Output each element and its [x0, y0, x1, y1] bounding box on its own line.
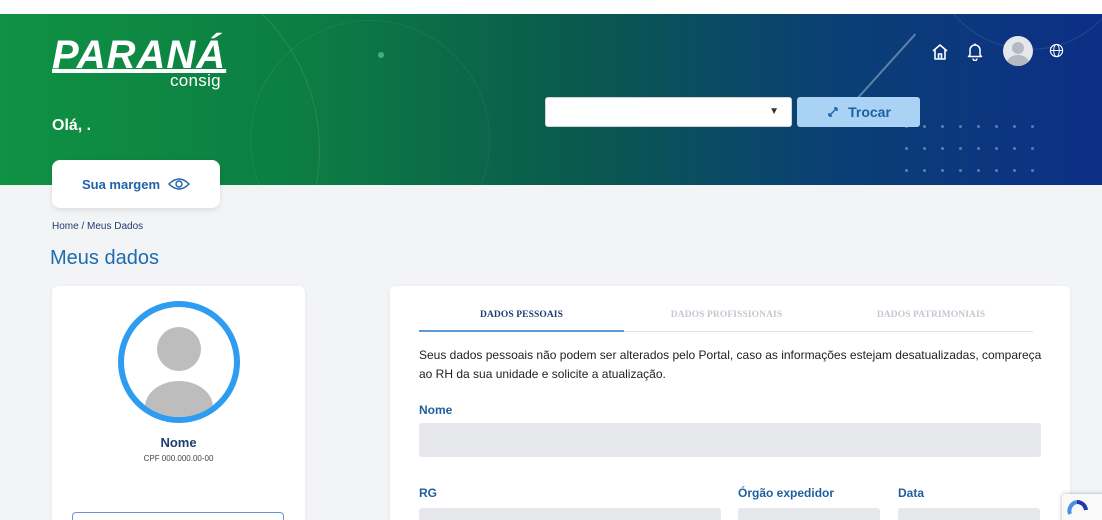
recaptcha-logo [1067, 499, 1088, 515]
sua-margem-button[interactable]: Sua margem [52, 160, 220, 208]
header-banner: PARANÁ consig Olá, . ▼ Trocar [0, 0, 1102, 185]
trocar-label: Trocar [848, 104, 891, 120]
decorative-dot [378, 52, 384, 58]
page-title: Meus dados [50, 247, 159, 269]
decorative-dot [923, 169, 926, 172]
profile-avatar [118, 301, 240, 423]
decorative-dot [905, 169, 908, 172]
swap-icon [828, 107, 838, 117]
globe-icon[interactable] [1049, 43, 1064, 58]
decorative-dot [959, 169, 962, 172]
decorative-dot [905, 147, 908, 150]
decorative-dot [995, 169, 998, 172]
decorative-dot [941, 147, 944, 150]
decorative-dot [977, 169, 980, 172]
orgao-expedidor-label: Órgão expedidor [738, 486, 835, 500]
decorative-dot [1031, 169, 1034, 172]
data-label: Data [898, 486, 925, 500]
data-field[interactable] [898, 508, 1040, 520]
decorative-dot [977, 147, 980, 150]
data-tabs: DADOS PESSOAIS DADOS PROFISSIONAIS DADOS… [419, 310, 1033, 332]
page: PARANÁ consig Olá, . ▼ Trocar Sua margem… [0, 0, 1102, 520]
trocar-button[interactable]: Trocar [797, 97, 920, 127]
decorative-dot [959, 147, 962, 150]
sua-margem-label: Sua margem [81, 176, 161, 192]
greeting: Olá, . [52, 117, 92, 134]
breadcrumb: Home / Meus Dados [52, 221, 143, 232]
rg-field[interactable] [419, 508, 721, 520]
decorative-dot [1031, 125, 1034, 128]
user-avatar[interactable] [1003, 36, 1033, 66]
decorative-dot [995, 147, 998, 150]
top-strip [0, 0, 1102, 14]
decorative-dot [977, 125, 980, 128]
home-icon[interactable] [930, 42, 950, 62]
breadcrumb-current: Meus Dados [87, 221, 144, 232]
decorative-line [854, 33, 916, 102]
profile-name: Nome [160, 435, 197, 450]
recaptcha-icon[interactable] [1062, 494, 1102, 520]
decorative-dot [1013, 169, 1016, 172]
logo-word: PARANÁ [52, 33, 227, 77]
parana-consig-logo[interactable]: PARANÁ consig [52, 33, 227, 90]
user-silhouette-icon [145, 327, 213, 417]
bell-icon[interactable] [965, 41, 985, 61]
rg-label: RG [419, 486, 437, 500]
decorative-dot [923, 125, 926, 128]
nome-label: Nome [419, 403, 453, 417]
personal-data-card: DADOS PESSOAIS DADOS PROFISSIONAIS DADOS… [390, 286, 1070, 520]
profile-action-button[interactable] [72, 512, 284, 520]
decorative-dot [941, 125, 944, 128]
decorative-dot-grid [905, 125, 1055, 180]
eye-icon [168, 178, 191, 190]
tab-dados-profissionais[interactable]: DADOS PROFISSIONAIS [624, 310, 829, 332]
decorative-dot [995, 125, 998, 128]
orgao-expedidor-field[interactable] [738, 508, 880, 520]
org-select[interactable]: ▼ [545, 97, 792, 127]
decorative-dot [1013, 147, 1016, 150]
decorative-dot [941, 169, 944, 172]
notice-text: Seus dados pessoais não podem ser altera… [419, 348, 1042, 381]
decorative-dot [1013, 125, 1016, 128]
profile-card: Nome CPF 000.000.00-00 [52, 286, 305, 520]
tab-dados-patrimoniais[interactable]: DADOS PATRIMONIAIS [829, 310, 1033, 332]
tab-dados-pessoais[interactable]: DADOS PESSOAIS [419, 310, 624, 332]
breadcrumb-separator: / [78, 221, 88, 232]
logo-sub: consig [170, 71, 221, 90]
decorative-dot [1031, 147, 1034, 150]
decorative-dot [959, 125, 962, 128]
decorative-dot [923, 147, 926, 150]
user-silhouette-icon [1007, 42, 1029, 66]
nome-field[interactable] [419, 423, 1041, 457]
breadcrumb-home-link[interactable]: Home [52, 221, 79, 232]
chevron-down-icon: ▼ [769, 106, 779, 117]
profile-cpf: CPF 000.000.00-00 [143, 454, 214, 463]
